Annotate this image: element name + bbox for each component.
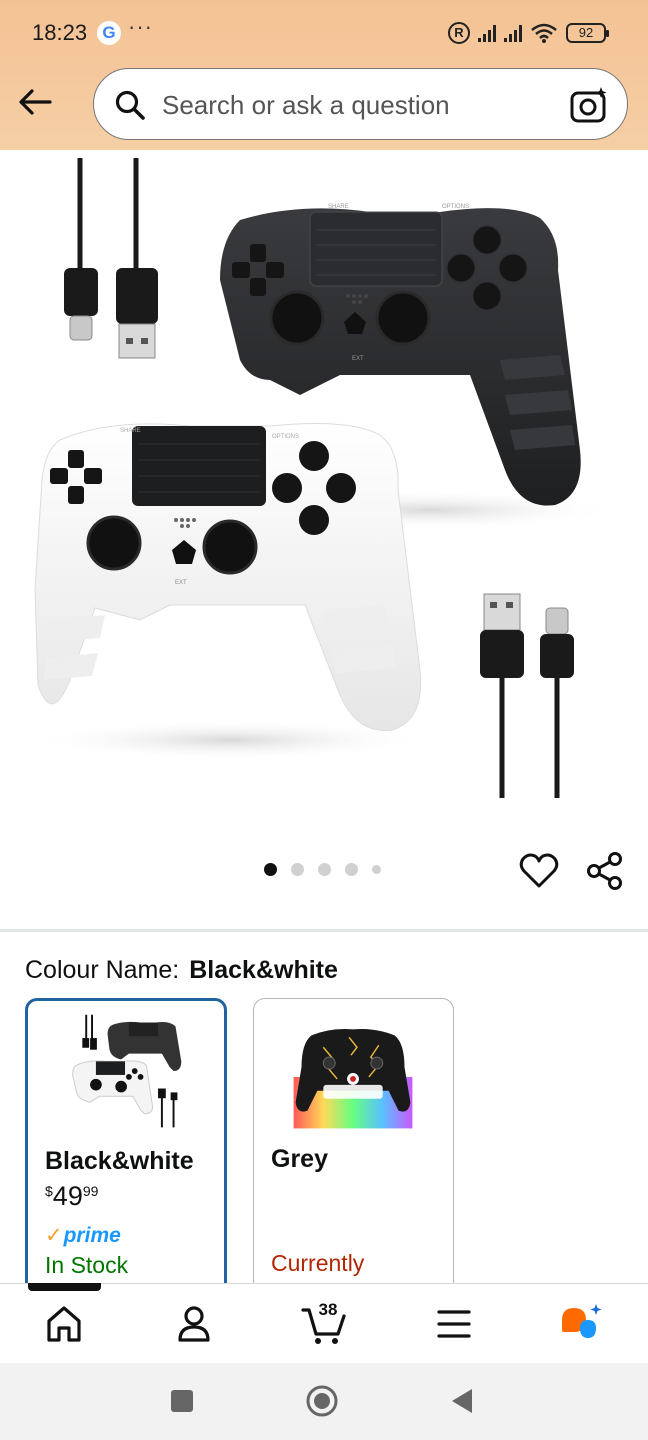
prime-text: prime — [63, 1224, 121, 1247]
variation-swatch-black-white[interactable]: Black&white $4999 ✓prime In Stock — [25, 998, 227, 1298]
colour-label-text: Colour Name: — [25, 956, 180, 984]
menu-icon[interactable] — [430, 1300, 478, 1348]
more-notifications-icon: ··· — [128, 14, 153, 39]
carousel-dot-1[interactable] — [264, 863, 277, 876]
share-label-black: SHARE — [328, 204, 349, 210]
home-icon[interactable] — [40, 1300, 88, 1348]
search-input[interactable] — [162, 89, 542, 121]
options-label-black: OPTIONS — [442, 204, 469, 210]
share-label-white: SHARE — [120, 428, 141, 434]
registered-icon: R — [448, 22, 470, 44]
back-arrow-icon[interactable] — [14, 80, 58, 124]
section-divider — [0, 929, 648, 932]
rufus-assistant-icon[interactable] — [558, 1300, 606, 1348]
options-label-white: OPTIONS — [272, 434, 299, 440]
cart-button[interactable]: 38 — [300, 1300, 348, 1348]
prime-badge: ✓prime — [45, 1223, 121, 1248]
carousel-dot-3[interactable] — [318, 863, 331, 876]
product-image[interactable]: SHARE OPTIONS EXT SHARE OPTIONS EXT — [0, 150, 648, 840]
availability-text: In Stock — [45, 1252, 129, 1278]
controller-product-photo: SHARE OPTIONS EXT SHARE OPTIONS EXT — [30, 158, 620, 798]
price-currency: $ — [45, 1183, 53, 1199]
search-icon — [115, 90, 145, 120]
carousel-dots[interactable] — [264, 863, 381, 876]
ext-label-black: EXT — [352, 356, 364, 362]
header: 18:23 G ··· R 92 — [0, 0, 648, 150]
carousel-dot-4[interactable] — [345, 863, 358, 876]
price-fraction: 99 — [82, 1183, 99, 1199]
camera-lens-icon[interactable] — [569, 85, 609, 125]
wifi-icon — [531, 23, 557, 43]
signal-icon-2 — [504, 24, 522, 42]
battery-icon: 92 — [566, 23, 609, 43]
share-icon[interactable] — [584, 850, 626, 892]
swatch-name: Black&white — [45, 1147, 194, 1175]
usb-cable-bottom — [480, 593, 574, 798]
prime-check-icon: ✓ — [45, 1224, 63, 1247]
ext-label-white: EXT — [175, 580, 187, 586]
colour-name-label: Colour Name: Black&white — [25, 956, 338, 985]
status-bar: 18:23 G ··· R 92 — [0, 0, 648, 64]
colour-selected-value: Black&white — [189, 956, 338, 984]
recents-icon[interactable] — [164, 1383, 200, 1419]
account-icon[interactable] — [170, 1300, 218, 1348]
signal-icon — [478, 24, 496, 42]
active-tab-indicator — [28, 1283, 101, 1291]
home-system-icon[interactable] — [304, 1383, 340, 1419]
cart-count: 38 — [318, 1300, 338, 1319]
swatch-thumbnail — [72, 1014, 182, 1128]
white-controller: SHARE OPTIONS EXT — [30, 422, 430, 760]
status-time: 18:23 — [32, 20, 88, 45]
swatch-price: $4999 — [45, 1181, 98, 1212]
price-whole: 49 — [52, 1181, 83, 1211]
availability-text-grey: Currently — [271, 1250, 365, 1276]
usb-cable-top — [64, 158, 158, 359]
search-bar[interactable] — [93, 68, 628, 140]
system-navigation-bar — [0, 1363, 648, 1440]
swatch-name-grey: Grey — [271, 1145, 328, 1173]
status-icons: R 92 — [448, 20, 609, 46]
heart-icon[interactable] — [518, 850, 560, 892]
variation-swatch-grey[interactable]: Grey Currently — [253, 998, 454, 1298]
back-system-icon[interactable] — [444, 1383, 480, 1419]
carousel-dot-2[interactable] — [291, 863, 304, 876]
carousel-dot-5[interactable] — [372, 865, 381, 874]
google-icon: G — [97, 21, 121, 45]
swatch-thumbnail-grey — [293, 1029, 413, 1129]
app-root: 18:23 G ··· R 92 Search or ask a questio… — [0, 0, 648, 1440]
